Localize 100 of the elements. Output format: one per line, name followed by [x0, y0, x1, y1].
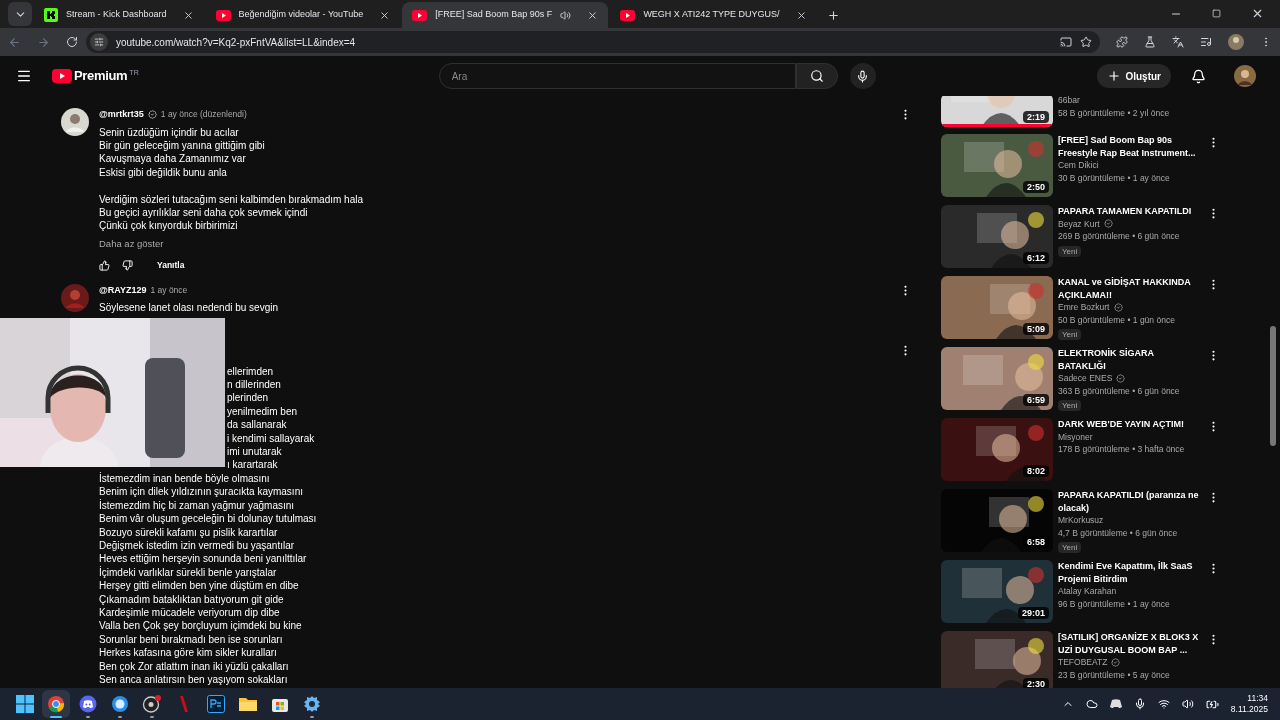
close-window-icon[interactable]	[1251, 7, 1264, 20]
video-meta: 58 B görüntüleme • 2 yıl önce	[1058, 106, 1171, 119]
show-less-link[interactable]: Daha az göster	[99, 236, 889, 251]
youtube-favicon-icon	[412, 9, 428, 21]
dislike-icon[interactable]	[122, 259, 133, 271]
search-field[interactable]: Ara	[438, 63, 796, 89]
close-icon[interactable]	[587, 9, 599, 21]
video-meta: 96 B görüntüleme • 1 ay önce	[1058, 597, 1171, 610]
microphone-icon[interactable]	[1133, 698, 1146, 710]
video-title[interactable]: [SATILIK] ORGANİZE X BLOK3 X UZİ DUYGUSAL BOOM BAP ...	[1058, 631, 1202, 656]
gear-icon	[303, 695, 321, 713]
video-meta: 269 B görüntüleme • 6 gün önce	[1058, 230, 1181, 243]
new-tab-icon[interactable]	[826, 9, 840, 22]
url-text: youtube.com/watch?v=Kq2-pxFntVA&list=LL&index=4	[116, 35, 356, 50]
profile-avatar[interactable]	[1228, 34, 1244, 50]
maximize-icon[interactable]	[1212, 9, 1221, 18]
close-icon[interactable]	[182, 9, 194, 21]
channel-name[interactable]: Cem Dikici	[1058, 159, 1099, 172]
comment-time[interactable]: 1 ay önce (düzenlendi)	[160, 108, 247, 122]
search-button[interactable]	[795, 63, 838, 89]
windows-start-icon[interactable]	[16, 695, 34, 713]
create-button[interactable]: Oluştur	[1097, 64, 1171, 88]
site-settings-icon[interactable]	[90, 33, 108, 51]
video-title[interactable]: PAPARA TAMAMEN KAPATILDI	[1058, 205, 1202, 218]
clock-date[interactable]: 8.11.2025	[1230, 704, 1268, 715]
video-title[interactable]: ELEKTRONİK SİGARA BATAKLIĞI	[1058, 347, 1202, 372]
taskbar-app[interactable]	[42, 690, 70, 718]
clock-time[interactable]: 11:34	[1247, 693, 1268, 704]
channel-name[interactable]: Misyoner	[1058, 430, 1093, 443]
media-controls-icon[interactable]	[1200, 36, 1212, 48]
comment-line: Valla ben Çok şey borçluyum içimdeki bu kine	[99, 619, 303, 633]
menu-icon[interactable]	[16, 68, 32, 84]
tab-title: [FREE] Sad Boom Bap 90s F	[435, 8, 553, 22]
comment-line: İçimdeki varlıklar sürekli benle yarıştalar	[99, 565, 278, 580]
duration-badge: 6:58	[1023, 536, 1049, 548]
reload-icon[interactable]	[66, 36, 78, 48]
slash-icon	[178, 695, 190, 713]
scrollbar-thumb[interactable]	[1270, 326, 1276, 446]
account-avatar[interactable]	[1234, 65, 1256, 87]
search-icon	[809, 69, 824, 83]
browser-tab[interactable]: WEGH X ATI242 TYPE DUYGUS/	[610, 2, 817, 28]
verified-icon	[1103, 219, 1113, 229]
speaker-icon[interactable]	[1181, 698, 1194, 710]
channel-name[interactable]: Atalay Karahan	[1058, 585, 1117, 598]
video-title[interactable]: DARK WEB'DE YAYIN AÇTIM!	[1058, 418, 1202, 431]
comment-line: ellerimden	[227, 365, 274, 377]
voice-search-button[interactable]	[849, 63, 876, 89]
wifi-icon[interactable]	[1157, 698, 1170, 710]
channel-name[interactable]: MrKorkusuz	[1058, 514, 1104, 527]
video-title[interactable]: Kendimi Eve Kapattım, İlk SaaS Projemi Bitirdim	[1058, 560, 1202, 585]
close-icon[interactable]	[379, 9, 391, 21]
video-title[interactable]: KANAL ve GİDİŞAT HAKKINDA AÇIKLAMA!!	[1058, 276, 1202, 301]
tab-search-button[interactable]	[8, 2, 32, 26]
translate-icon[interactable]	[1172, 36, 1184, 48]
cloud-icon[interactable]	[1085, 698, 1098, 710]
forward-icon[interactable]	[37, 35, 50, 49]
browser-tab[interactable]: Stream - Kick Dashboard	[34, 2, 204, 28]
comment-author[interactable]: @mrtkrt35	[99, 108, 144, 122]
comment-line: Söylesene lanet olası nedendi bu sevgin	[99, 301, 280, 315]
video-title[interactable]: PAPARA KAPATILDI (paranıza ne olacak)	[1058, 489, 1202, 514]
comment-line: da sallanarak	[227, 419, 287, 431]
avatar[interactable]	[61, 108, 89, 136]
channel-name[interactable]: Beyaz Kurt	[1058, 217, 1100, 230]
close-icon[interactable]	[795, 9, 807, 21]
comment-line: yenilmedim ben	[227, 405, 298, 417]
cast-icon[interactable]	[1060, 36, 1072, 48]
address-bar[interactable]: youtube.com/watch?v=Kq2-pxFntVA&list=LL&index=4	[86, 31, 1100, 53]
verified-icon	[1116, 373, 1126, 383]
reply-button[interactable]: Yanıtla	[157, 259, 185, 272]
comment-line: Benim için dilek yıldızının şuracıkta kaymasını	[99, 485, 304, 499]
plus-icon	[1107, 69, 1122, 83]
flask-icon[interactable]	[1144, 36, 1156, 48]
new-badge: Yeni	[1058, 400, 1082, 411]
extensions-icon[interactable]	[1116, 36, 1128, 48]
video-meta: 23 B görüntüleme • 5 ay önce	[1058, 668, 1171, 681]
browser-tab[interactable]: Beğendiğim videolar - YouTube	[205, 2, 401, 28]
discord-icon[interactable]	[1109, 699, 1122, 709]
video-title[interactable]: [FREE] Sad Boom Bap 90s Freestyle Rap Beat Instrument...	[1058, 134, 1202, 159]
like-icon[interactable]	[99, 259, 110, 271]
comment-line: ı karartarak	[227, 459, 278, 471]
bookmark-star-icon[interactable]	[1080, 36, 1092, 48]
obs-icon	[142, 695, 162, 713]
browser-tab[interactable]: [FREE] Sad Boom Bap 90s F	[402, 2, 609, 28]
tab-title: Beğendiğim videolar - YouTube	[238, 8, 364, 22]
channel-name[interactable]: Emre Bozkurt	[1058, 301, 1110, 314]
orb-icon	[111, 695, 129, 713]
new-badge: Yeni	[1058, 542, 1082, 553]
video-meta: 363 B görüntüleme • 6 gün önce	[1058, 384, 1181, 397]
channel-name[interactable]: Sadece ENES	[1058, 372, 1113, 385]
back-icon[interactable]	[8, 35, 21, 49]
notifications-icon[interactable]	[1191, 68, 1206, 84]
channel-name[interactable]: 66bar	[1058, 96, 1080, 107]
tab-title: Stream - Kick Dashboard	[66, 8, 167, 22]
comment-author[interactable]: @RAYZ129	[99, 283, 147, 298]
comment-line: imi unutarak	[227, 446, 282, 458]
video-meta: 50 B görüntüleme • 1 gün önce	[1058, 313, 1176, 326]
comment-time[interactable]: 1 ay önce	[150, 284, 188, 297]
channel-name[interactable]: TEFOBEATZ	[1058, 656, 1108, 669]
photoshop-icon	[207, 695, 225, 713]
duration-badge: 29:01	[1017, 607, 1049, 619]
